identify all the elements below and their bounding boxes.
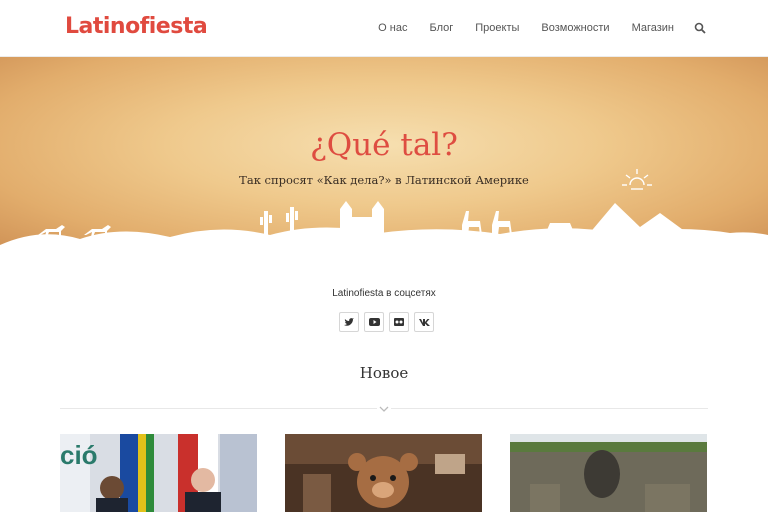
nav-shop[interactable]: Магазин bbox=[632, 22, 674, 34]
main-nav: О нас Блог Проекты Возможности Магазин bbox=[356, 21, 708, 35]
flickr-icon[interactable] bbox=[389, 312, 409, 332]
youtube-icon[interactable] bbox=[364, 312, 384, 332]
site-logo[interactable]: Latinofiesta bbox=[65, 14, 208, 39]
svg-text:ció: ció bbox=[60, 440, 98, 470]
nav-projects[interactable]: Проекты bbox=[475, 22, 519, 34]
vk-icon[interactable] bbox=[414, 312, 434, 332]
chevron-down-icon bbox=[377, 402, 391, 414]
sun-icon bbox=[622, 169, 652, 190]
site-header: Latinofiesta О нас Блог Проекты Возможно… bbox=[0, 0, 768, 57]
post-card-image[interactable]: ció bbox=[60, 434, 257, 512]
landscape-silhouette-image bbox=[0, 201, 768, 252]
hero-subtitle: Так спросят «Как дела?» в Латинской Амер… bbox=[239, 173, 529, 187]
section-title: Новое bbox=[359, 364, 409, 382]
post-card-image[interactable] bbox=[285, 434, 482, 512]
search-icon[interactable] bbox=[694, 21, 708, 35]
social-icons bbox=[339, 312, 439, 332]
nav-blog[interactable]: Блог bbox=[429, 22, 453, 34]
nav-features[interactable]: Возможности bbox=[541, 22, 609, 34]
hero-banner: ¿Qué tal? Так спросят «Как дела?» в Лати… bbox=[0, 57, 768, 252]
post-card-image[interactable] bbox=[510, 434, 707, 512]
social-label: Latinofiesta в соцсетях bbox=[332, 288, 436, 299]
hero-title: ¿Qué tal? bbox=[310, 127, 458, 163]
nav-about[interactable]: О нас bbox=[378, 22, 407, 34]
twitter-icon[interactable] bbox=[339, 312, 359, 332]
